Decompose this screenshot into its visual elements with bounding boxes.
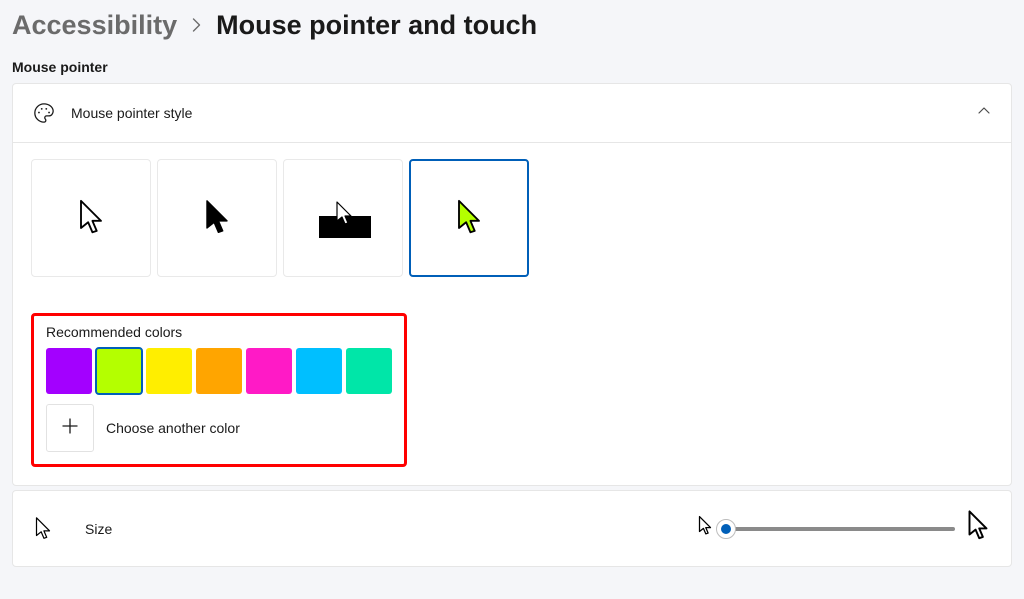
cursor-white-icon [76, 198, 106, 238]
color-swatch-magenta[interactable] [246, 348, 292, 394]
breadcrumb: Accessibility Mouse pointer and touch [0, 0, 1024, 59]
color-swatch-cyan[interactable] [296, 348, 342, 394]
pointer-style-option-inverted[interactable] [283, 159, 403, 277]
cursor-inverted-icon [309, 194, 377, 242]
slider-track [723, 527, 955, 531]
size-card: Size [12, 490, 1012, 567]
cursor-black-icon [202, 198, 232, 238]
recommended-colors-title: Recommended colors [46, 324, 392, 340]
cursor-large-icon [965, 509, 991, 548]
pointer-style-option-custom[interactable] [409, 159, 529, 277]
cursor-small-icon [697, 515, 713, 542]
pointer-style-option-white[interactable] [31, 159, 151, 277]
color-swatch-teal[interactable] [346, 348, 392, 394]
section-label-mouse-pointer: Mouse pointer [0, 59, 1024, 83]
breadcrumb-current: Mouse pointer and touch [216, 10, 537, 41]
chevron-up-icon [977, 104, 991, 123]
pointer-style-title: Mouse pointer style [71, 105, 977, 121]
size-slider[interactable] [723, 520, 955, 538]
pointer-style-card: Mouse pointer style [12, 83, 1012, 486]
pointer-style-option-black[interactable] [157, 159, 277, 277]
color-swatch-orange[interactable] [196, 348, 242, 394]
slider-thumb[interactable] [716, 519, 736, 539]
choose-another-color-row: Choose another color [46, 404, 392, 452]
color-swatch-yellow[interactable] [146, 348, 192, 394]
palette-icon [33, 102, 71, 124]
choose-another-color-button[interactable] [46, 404, 94, 452]
breadcrumb-separator [191, 13, 202, 39]
cursor-size-icon [33, 516, 71, 542]
plus-icon [61, 415, 79, 441]
color-swatch-purple[interactable] [46, 348, 92, 394]
pointer-style-header[interactable]: Mouse pointer style [13, 84, 1011, 143]
color-swatches [46, 348, 392, 394]
breadcrumb-parent[interactable]: Accessibility [12, 10, 177, 41]
pointer-style-options [13, 143, 1011, 301]
choose-another-color-label: Choose another color [106, 420, 240, 436]
cursor-custom-icon [454, 198, 484, 238]
size-title: Size [85, 521, 683, 537]
color-swatch-lime[interactable] [96, 348, 142, 394]
size-slider-group [697, 509, 991, 548]
recommended-colors-panel: Recommended colors Choose another color [31, 313, 407, 467]
